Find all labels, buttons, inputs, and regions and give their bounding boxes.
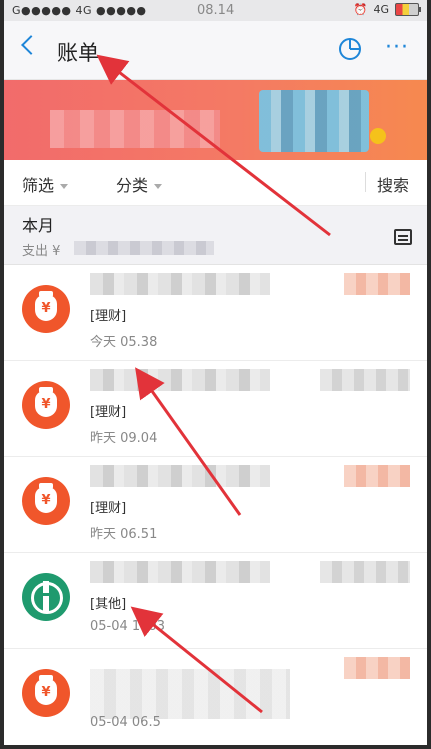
category-dropdown[interactable]: 分类 — [116, 172, 163, 196]
blurred-amount — [344, 657, 410, 679]
transaction-row[interactable]: ¥ [理财] 昨天 09.04 — [4, 361, 427, 457]
calendar-icon[interactable] — [394, 229, 412, 245]
transaction-time: 昨天 06.51 — [90, 527, 158, 542]
money-bag-icon: ¥ — [22, 381, 70, 429]
blurred-amount — [320, 369, 410, 391]
signal-indicator: G●●●●● 4G ●●●●● — [12, 4, 147, 17]
category-tag: [理财] — [90, 405, 127, 420]
back-arrow-icon[interactable] — [21, 35, 41, 55]
blurred-amount — [344, 465, 410, 487]
filter-label: 筛选 — [22, 176, 55, 195]
filter-dropdown[interactable]: 筛选 — [22, 172, 69, 196]
blurred-title — [90, 561, 270, 583]
status-right: ⏰ 4G — [353, 3, 421, 16]
transaction-time: 昨天 09.04 — [90, 431, 158, 446]
month-header: 本月 支出 ¥ — [4, 206, 427, 265]
nav-bar: 账单 ··· — [4, 21, 427, 80]
caret-down-icon — [154, 184, 163, 189]
banner-blurred-image — [259, 90, 369, 152]
status-bar: G●●●●● 4G ●●●●● 08.14 ⏰ 4G — [4, 0, 427, 21]
money-bag-icon: ¥ — [22, 285, 70, 333]
transaction-row[interactable]: ¥ [理财] 今天 05.38 — [4, 265, 427, 361]
blurred-amount — [344, 273, 410, 295]
blurred-title — [90, 465, 270, 487]
battery-icon — [395, 3, 421, 16]
promo-banner[interactable] — [4, 80, 427, 160]
page-title: 账单 — [57, 41, 99, 65]
search-button[interactable]: 搜索 — [377, 172, 409, 196]
money-bag-icon: ¥ — [22, 669, 70, 717]
transaction-row[interactable]: [其他] 05-04 1 .03 — [4, 553, 427, 649]
transaction-time: 05-04 06.5 — [90, 715, 161, 730]
transaction-time: 05-04 1 .03 — [90, 619, 165, 634]
pie-chart-icon[interactable] — [339, 38, 361, 60]
blurred-title — [90, 273, 270, 295]
expense-summary: 支出 ¥ — [22, 244, 61, 259]
money-bag-icon: ¥ — [22, 477, 70, 525]
blurred-amount — [320, 561, 410, 583]
blurred-title — [90, 669, 290, 719]
alarm-icon: ⏰ — [353, 3, 368, 16]
clock: 08.14 — [197, 3, 235, 18]
divider — [365, 172, 366, 192]
blurred-title — [90, 369, 270, 391]
banner-blurred-text — [50, 110, 220, 148]
transaction-row[interactable]: ¥ 05-04 06.5 — [4, 649, 427, 744]
coin-icon — [370, 128, 386, 144]
month-label: 本月 — [22, 216, 55, 235]
category-tag: [理财] — [90, 501, 127, 516]
transaction-list: ¥ [理财] 今天 05.38 ¥ [理财] 昨天 09.04 ¥ [理财] 昨… — [4, 265, 427, 744]
bank-icon — [22, 573, 70, 621]
category-tag: [理财] — [90, 309, 127, 324]
expense-blurred-amount — [74, 241, 214, 255]
network-label: 4G — [373, 3, 389, 16]
transaction-row[interactable]: ¥ [理财] 昨天 06.51 — [4, 457, 427, 553]
more-icon[interactable]: ··· — [385, 37, 409, 59]
transaction-time: 今天 05.38 — [90, 335, 158, 350]
category-label: 分类 — [116, 176, 149, 195]
phone-screen: G●●●●● 4G ●●●●● 08.14 ⏰ 4G 账单 ··· 筛选 分类 … — [4, 0, 427, 745]
caret-down-icon — [60, 184, 69, 189]
filter-bar: 筛选 分类 搜索 — [4, 160, 427, 206]
category-tag: [其他] — [90, 597, 127, 612]
